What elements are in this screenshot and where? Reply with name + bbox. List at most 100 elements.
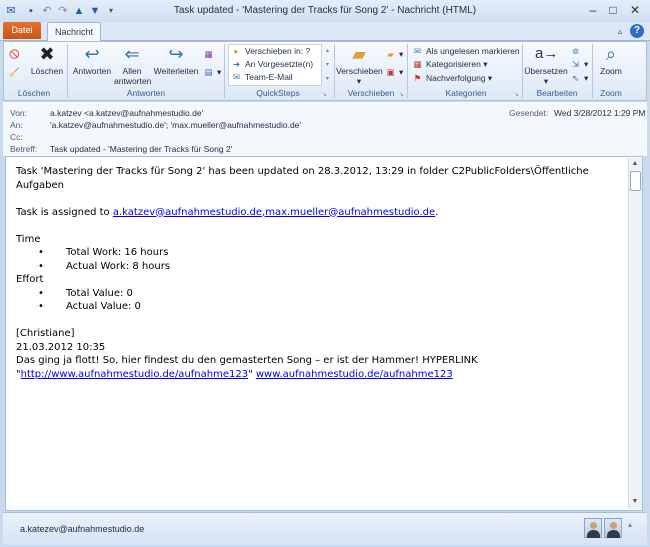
customize-toolbar-icon[interactable]: ▾ bbox=[104, 4, 118, 18]
more-icon: ▤ bbox=[204, 67, 213, 77]
group-separator bbox=[522, 44, 523, 98]
reply-all-button[interactable]: ⇐ Allen antworten bbox=[114, 44, 151, 86]
list-item: • Actual Value: 0 bbox=[38, 301, 141, 312]
team-mail-icon: ✉ bbox=[232, 72, 241, 82]
binoculars-icon: ⊚ bbox=[571, 46, 580, 56]
delete-button[interactable]: ✖ Löschen bbox=[30, 44, 64, 76]
assigned-link[interactable]: a.katzev@aufnahmestudio.de,max.mueller@a… bbox=[113, 207, 435, 218]
sent-label: Gesendet: bbox=[509, 108, 549, 118]
related-button[interactable]: ⇲ ▾ bbox=[570, 58, 588, 70]
list-item: • Total Value: 0 bbox=[38, 287, 133, 299]
scroll-up-arrow-icon[interactable]: ▲ bbox=[629, 158, 641, 170]
cc-label: Cc: bbox=[10, 132, 23, 142]
cleanup-icon: 🧹 bbox=[9, 67, 20, 77]
quote-close: " bbox=[248, 368, 256, 380]
group-label-zoom: Zoom bbox=[600, 88, 622, 98]
group-separator bbox=[334, 44, 335, 98]
group-separator bbox=[592, 44, 593, 98]
reply-button[interactable]: ↩ Antworten bbox=[70, 44, 114, 76]
close-button[interactable]: ✕ bbox=[626, 3, 644, 18]
quicksteps-scroll[interactable]: ▴ ▾ ▾ bbox=[323, 44, 332, 86]
group-label-verschieben: Verschieben bbox=[347, 88, 395, 98]
translate-button[interactable]: a→ Übersetzen ▾ bbox=[524, 44, 568, 86]
select-button[interactable]: ⇖ ▾ bbox=[570, 72, 588, 84]
from-value[interactable]: a.katzev <a.katzev@aufnahmestudio.de' bbox=[50, 108, 203, 118]
redo-icon[interactable]: ↷ bbox=[56, 4, 70, 18]
select-cursor-icon: ⇖ bbox=[571, 73, 580, 83]
from-label: Von: bbox=[10, 108, 28, 118]
move-button[interactable]: ▰ Verschieben ▾ bbox=[336, 44, 383, 86]
forward-icon: ↪ bbox=[168, 44, 184, 64]
verschieben-launcher-icon[interactable]: ↘ bbox=[399, 91, 406, 98]
move-dropdown-icon: ▾ bbox=[356, 76, 362, 86]
delete-x-icon: ✖ bbox=[39, 44, 55, 64]
to-value[interactable]: 'a.katzev@aufnahmestudio.de'; 'max.muell… bbox=[50, 120, 301, 130]
avatar[interactable] bbox=[604, 518, 622, 538]
kategorien-launcher-icon[interactable]: ↘ bbox=[514, 91, 521, 98]
comment-link-2[interactable]: www.aufnahmestudio.de/aufnahme123 bbox=[256, 369, 453, 380]
actions-icon: ▣ bbox=[386, 67, 395, 77]
follow-up-button[interactable]: ⚑ Nachverfolgung ▾ bbox=[412, 72, 493, 84]
find-button[interactable]: ⊚ bbox=[570, 45, 584, 57]
move-label: Verschieben bbox=[336, 66, 383, 76]
quickstep-to-manager[interactable]: ➜ An Vorgesetzte(n) bbox=[231, 58, 313, 70]
rules-icon: ▰ bbox=[387, 49, 394, 59]
delete-label: Löschen bbox=[30, 66, 64, 76]
comment-text: Das ging ja flott! So, hier findest du d… bbox=[16, 355, 478, 366]
subject-value: Task updated - 'Mastering der Tracks für… bbox=[50, 144, 233, 154]
quickstep-label: An Vorgesetzte(n) bbox=[245, 59, 314, 69]
actions-button[interactable]: ▣ ▾ bbox=[385, 66, 403, 78]
group-separator bbox=[407, 44, 408, 98]
follow-up-dropdown-icon: ▾ bbox=[487, 73, 493, 83]
more-reply-button[interactable]: ▤ ▾ bbox=[203, 66, 221, 78]
forward-button[interactable]: ↪ Weiterleiten bbox=[152, 44, 200, 76]
translate-dropdown-icon: ▾ bbox=[543, 76, 549, 86]
minimize-button[interactable]: – bbox=[584, 3, 602, 18]
categorize-button[interactable]: ▦ Kategorisieren ▾ bbox=[412, 58, 487, 70]
avatar[interactable] bbox=[584, 518, 602, 538]
effort-item: Actual Value: 0 bbox=[66, 301, 141, 312]
outlook-app-icon[interactable]: ✉ bbox=[4, 4, 18, 18]
ignore-icon: 🚫 bbox=[9, 49, 20, 59]
maximize-button[interactable]: □ bbox=[604, 3, 622, 18]
assigned-line: Task is assigned to a.katzev@aufnahmestu… bbox=[16, 206, 616, 220]
scroll-thumb[interactable] bbox=[630, 171, 641, 191]
rules-button[interactable]: ▰ ▾ bbox=[385, 48, 403, 60]
save-icon[interactable]: ▪ bbox=[24, 4, 38, 18]
help-icon[interactable]: ? bbox=[630, 24, 644, 38]
people-pane-expand-icon[interactable]: ▴ bbox=[628, 520, 632, 529]
time-heading: Time bbox=[16, 233, 41, 245]
people-pane-name[interactable]: a.katezev@aufnahmestudio.de bbox=[20, 524, 144, 534]
meeting-reply-button[interactable]: ▦ bbox=[203, 48, 217, 60]
quickstep-team-mail[interactable]: ✉ Team-E-Mail bbox=[231, 71, 293, 83]
comment-author: [Christiane] bbox=[16, 328, 75, 339]
comment-link-1[interactable]: http://www.aufnahmestudio.de/aufnahme123 bbox=[21, 369, 248, 380]
cleanup-button[interactable]: 🧹 bbox=[9, 66, 23, 78]
scroll-down-arrow-icon[interactable]: ▼ bbox=[629, 496, 641, 508]
sent-value: Wed 3/28/2012 1:29 PM bbox=[554, 108, 646, 118]
ignore-button[interactable]: 🚫 bbox=[9, 48, 23, 60]
tab-datei[interactable]: Datei bbox=[3, 22, 41, 39]
ribbon-minimize-icon[interactable]: ▵ bbox=[614, 26, 626, 38]
zoom-button[interactable]: ⌕ Zoom bbox=[595, 44, 627, 76]
quicksteps-launcher-icon[interactable]: ↘ bbox=[322, 91, 329, 98]
group-label-quicksteps: QuickSteps bbox=[256, 88, 300, 98]
next-item-icon[interactable]: ▼ bbox=[88, 4, 102, 18]
unread-mail-icon: ✉ bbox=[413, 46, 422, 56]
previous-item-icon[interactable]: ▲ bbox=[72, 4, 86, 18]
comment-date: 21.03.2012 10:35 bbox=[16, 341, 106, 353]
quickstep-move-to[interactable]: ▸ Verschieben in: ? bbox=[231, 45, 310, 57]
tab-nachricht[interactable]: Nachricht bbox=[47, 22, 101, 42]
group-separator bbox=[224, 44, 225, 98]
translate-icon: a→ bbox=[535, 45, 559, 62]
mark-unread-button[interactable]: ✉ Als ungelesen markieren bbox=[412, 45, 520, 57]
undo-icon[interactable]: ↶ bbox=[40, 4, 54, 18]
vertical-scrollbar[interactable] bbox=[628, 158, 642, 509]
more-dropdown-icon: ▾ bbox=[217, 67, 222, 77]
translate-label: Übersetzen bbox=[524, 66, 568, 76]
reply-label: Antworten bbox=[72, 66, 112, 76]
group-label-antworten: Antworten bbox=[126, 88, 166, 98]
window-title: Task updated - 'Mastering der Tracks für… bbox=[173, 5, 477, 16]
forward-mail-icon: ➜ bbox=[232, 59, 241, 69]
effort-item: Total Value: 0 bbox=[66, 287, 133, 299]
